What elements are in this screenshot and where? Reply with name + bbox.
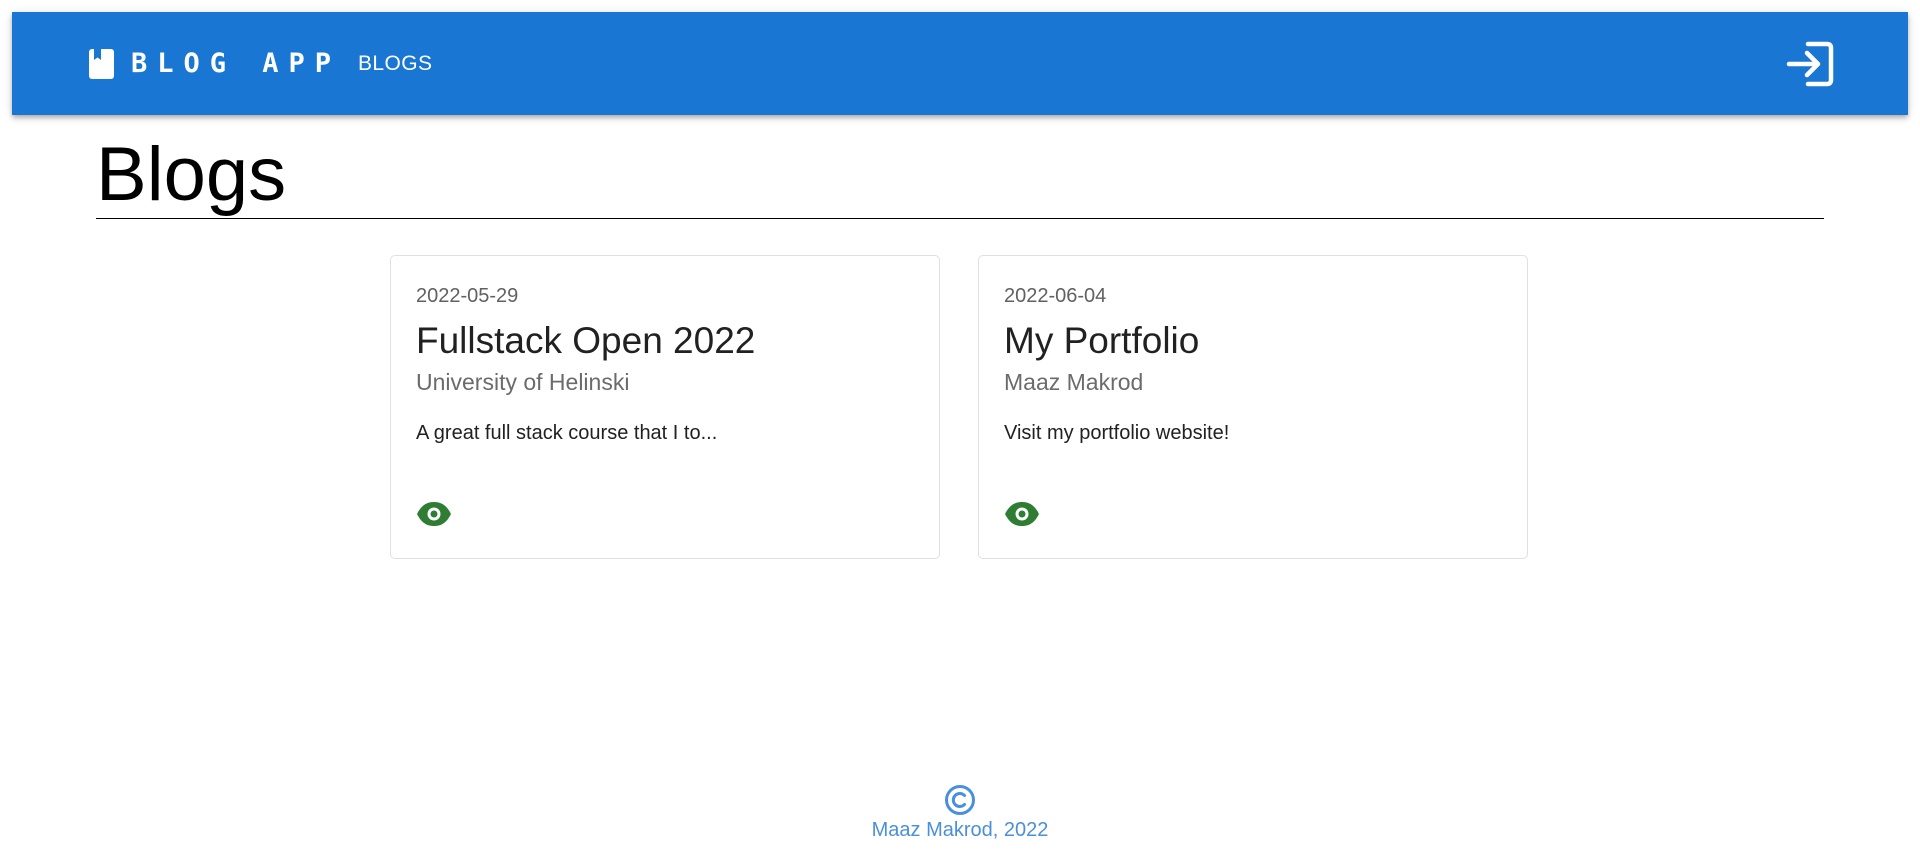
nav-link-blogs[interactable]: BLOGS (358, 50, 432, 78)
book-icon (89, 49, 114, 79)
blog-author: University of Helinski (416, 369, 630, 395)
blog-description: Visit my portfolio website! (1004, 422, 1230, 444)
blog-date: 2022-05-29 (416, 285, 519, 307)
title-divider (96, 218, 1824, 219)
login-button[interactable] (1786, 41, 1834, 87)
footer: Maaz Makrod, 2022 (0, 784, 1920, 842)
blog-title: Fullstack Open 2022 (416, 320, 756, 361)
brand-title: BLOG APP (131, 48, 342, 79)
blog-description: A great full stack course that I to... (416, 422, 718, 444)
blog-card: 2022-06-04 My Portfolio Maaz Makrod Visi… (978, 255, 1528, 559)
blog-title: My Portfolio (1004, 320, 1200, 361)
page-title: Blogs (96, 132, 287, 217)
view-blog-button[interactable] (1004, 500, 1040, 528)
eye-icon (417, 502, 451, 526)
app-bar: BLOG APP BLOGS (12, 12, 1908, 115)
blog-author: Maaz Makrod (1004, 369, 1144, 395)
login-icon (1786, 41, 1834, 87)
footer-copyright-text: Maaz Makrod, 2022 (871, 819, 1049, 841)
view-blog-button[interactable] (416, 500, 452, 528)
blog-card: 2022-05-29 Fullstack Open 2022 Universit… (390, 255, 940, 559)
copyright-icon (944, 784, 976, 816)
eye-icon (1005, 502, 1039, 526)
brand-logo-link[interactable]: BLOG APP (89, 48, 341, 80)
blog-date: 2022-06-04 (1004, 285, 1107, 307)
